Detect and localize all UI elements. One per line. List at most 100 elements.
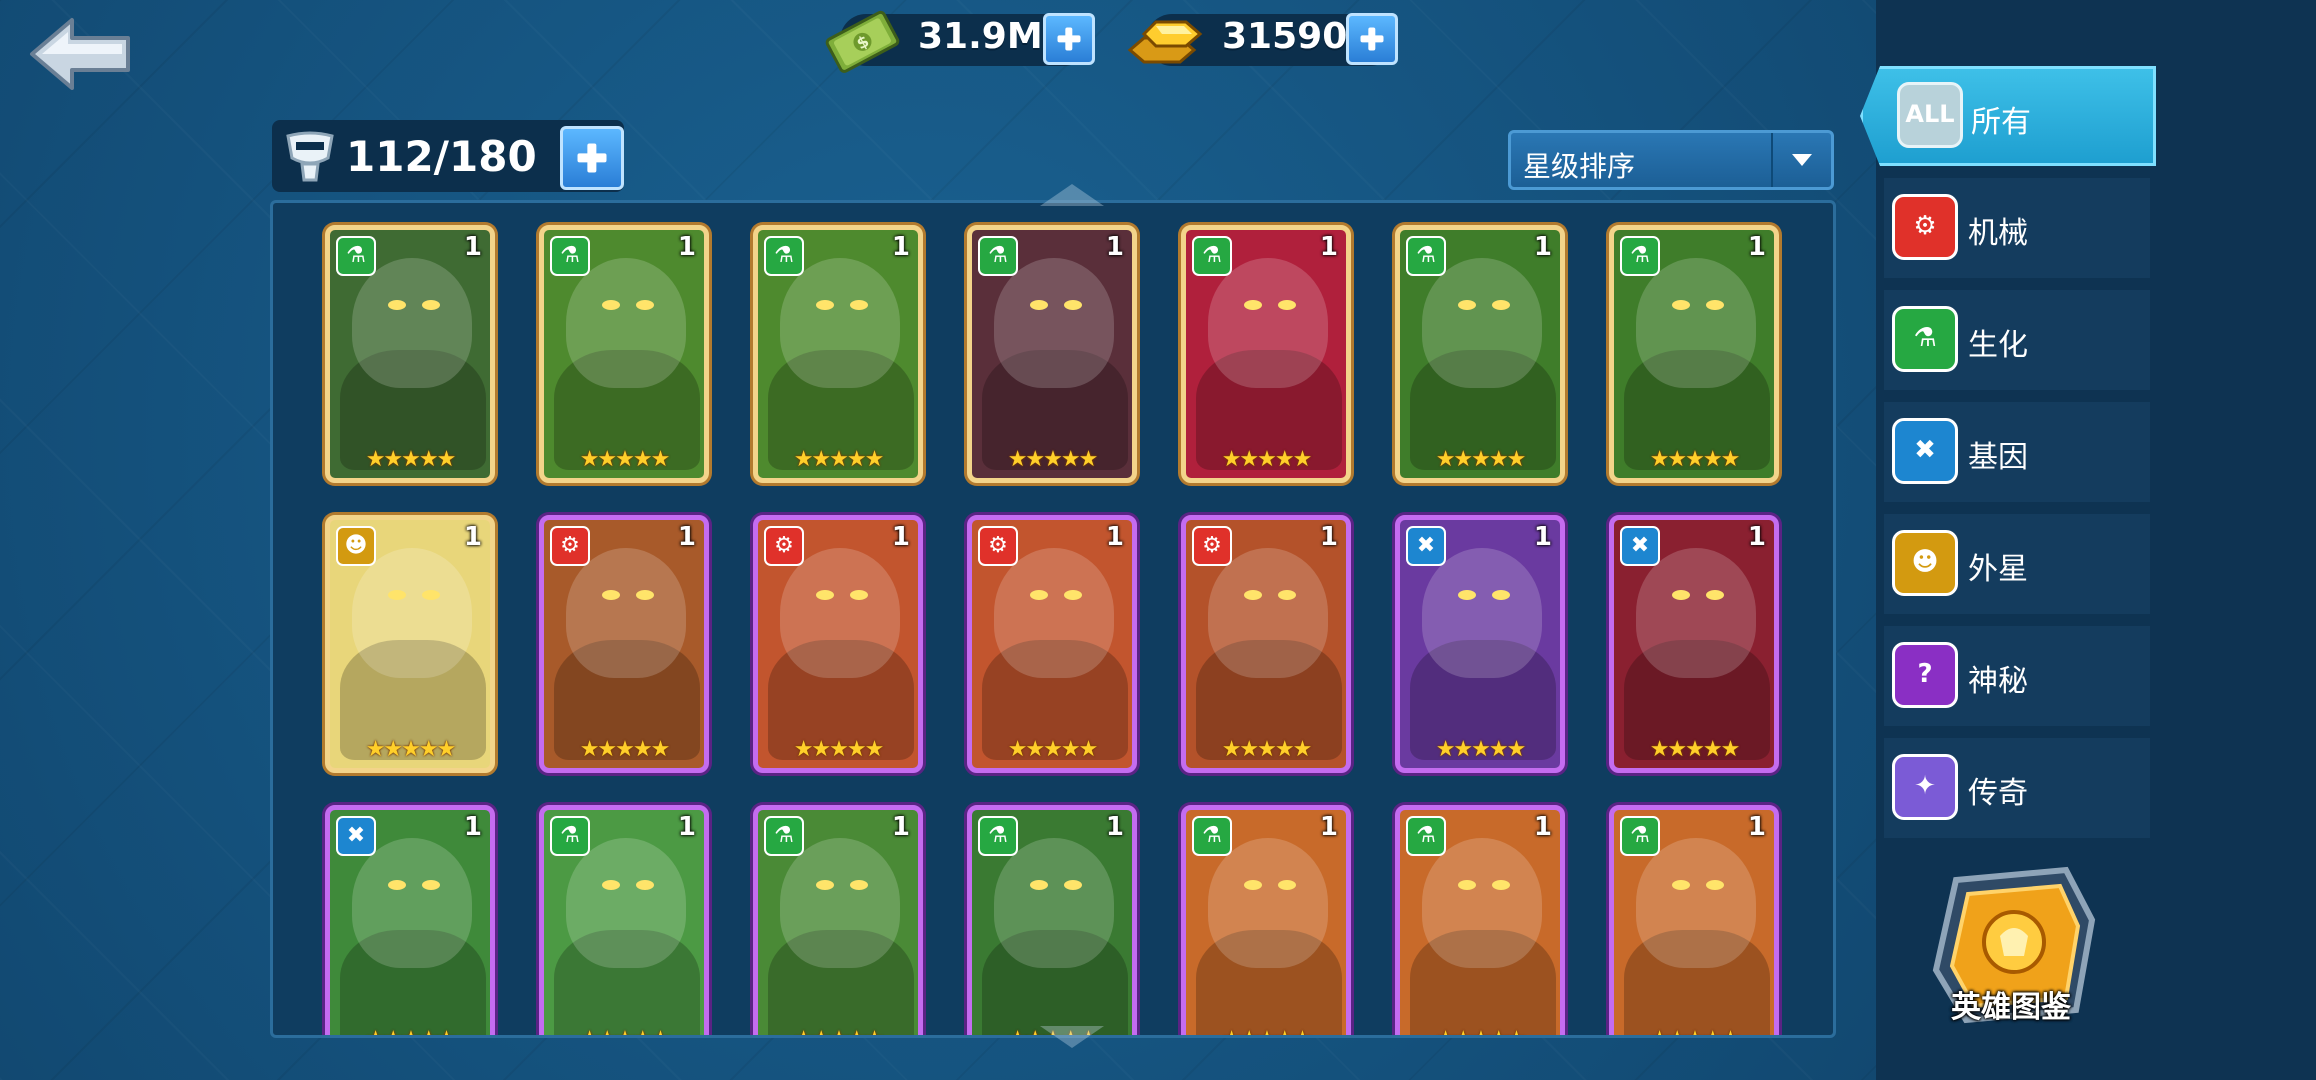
sort-dropdown[interactable]: 星级排序 — [1508, 130, 1834, 190]
hero-card[interactable]: ⚗1★★★★★ — [325, 225, 495, 483]
star-rating: ★★★★★ — [1186, 1027, 1346, 1035]
star-rating: ★★★★★ — [793, 737, 885, 762]
back-button[interactable] — [28, 14, 134, 94]
hero-level: 1 — [1319, 522, 1338, 552]
hero-level: 1 — [1319, 812, 1338, 842]
biochem-flask-icon: ⚗ — [978, 816, 1018, 856]
dna-icon: ✖ — [336, 816, 376, 856]
hero-level: 1 — [463, 522, 482, 552]
biochem-flask-icon: ⚗ — [1406, 236, 1446, 276]
chevron-down-icon — [1771, 133, 1831, 187]
filter-tab-legend[interactable]: ✦ 传奇 — [1884, 738, 2150, 838]
filter-tab-mech[interactable]: ⚙ 机械 — [1884, 178, 2150, 278]
hero-level: 1 — [1319, 232, 1338, 262]
filter-label: 所有 — [1971, 105, 2031, 140]
hero-level: 1 — [1747, 812, 1766, 842]
filter-tab-gene[interactable]: ✖ 基因 — [1884, 402, 2150, 502]
hero-card[interactable]: ⚙ 1 ★★★★★ — [539, 515, 709, 773]
hero-level: 1 — [1533, 812, 1552, 842]
hero-card[interactable]: ✖ 1 ★★★★★ — [1395, 515, 1565, 773]
filter-label: 生化 — [1968, 328, 2028, 363]
hero-codex-button[interactable]: 英雄图鉴 — [1916, 850, 2106, 1040]
hero-card[interactable]: ⚗1★★★★★ — [967, 225, 1137, 483]
star-rating: ★★★★★ — [1007, 447, 1099, 472]
filter-label: 外星 — [1968, 552, 2028, 587]
star-rating: ★★★★★ — [1400, 1027, 1560, 1035]
star-rating: ★★★★★ — [330, 1027, 490, 1035]
biochem-flask-icon: ⚗ — [1192, 236, 1232, 276]
filter-tab-alien[interactable]: ☻ 外星 — [1884, 514, 2150, 614]
hero-card-grid[interactable]: ⚗ 1 ★★★★★ ⚗ 1 ★★★★★ ⚗ 1 ★★★★★ ⚗ 1 ★★★★★ ⚗ 1 ★★★★★ ⚗ 1 ★★★… — [270, 200, 1836, 1038]
filter-label: 传奇 — [1968, 776, 2028, 811]
add-gold-button[interactable] — [1346, 13, 1398, 65]
filter-tab-all[interactable]: ALL 所有 — [1860, 66, 2156, 166]
hero-card[interactable]: ⚗ 1 ★★★★★ — [539, 805, 709, 1035]
hero-level: 1 — [891, 522, 910, 552]
biochem-flask-icon: ⚗ — [550, 816, 590, 856]
mechanical-icon: ⚙ — [1192, 526, 1232, 566]
hero-level: 1 — [463, 812, 482, 842]
hero-level: 1 — [677, 232, 696, 262]
hero-level: 1 — [1533, 522, 1552, 552]
star-rating: ★★★★★ — [1435, 737, 1527, 762]
hero-level: 1 — [1105, 522, 1124, 552]
hero-card[interactable]: ✖ 1 ★★★★★ — [325, 805, 495, 1035]
star-rating: ★★★★★ — [365, 447, 457, 472]
alien-icon: ☻ — [1892, 530, 1958, 596]
star-rating: ★★★★★ — [1221, 447, 1313, 472]
biochem-flask-icon: ⚗ — [1192, 816, 1232, 856]
hero-card[interactable]: ⚗ 1 ★★★★★ — [1181, 225, 1351, 483]
biochem-flask-icon: ⚗ — [1620, 236, 1660, 276]
mechanical-icon: ⚙ — [550, 526, 590, 566]
hero-card[interactable]: ⚗1★★★★★ — [753, 805, 923, 1035]
all-icon: ALL — [1897, 82, 1963, 148]
star-rating: ★★★★★ — [365, 737, 457, 762]
star-rating: ★★★★★ — [1435, 447, 1527, 472]
star-rating: ★★★★★ — [544, 1027, 704, 1035]
expand-capacity-button[interactable] — [560, 126, 624, 190]
hero-card[interactable]: ⚙ 1 ★★★★★ — [753, 515, 923, 773]
hero-level: 1 — [891, 232, 910, 262]
hero-level: 1 — [463, 232, 482, 262]
mechanical-icon: ⚙ — [764, 526, 804, 566]
hero-level: 1 — [1747, 232, 1766, 262]
hero-card[interactable]: ⚗1★★★★★ — [1395, 225, 1565, 483]
hero-card[interactable]: ⚗1★★★★★ — [1609, 805, 1779, 1035]
scroll-down-indicator — [1040, 1026, 1104, 1048]
back-arrow-icon — [30, 18, 130, 90]
star-rating: ★★★★★ — [579, 737, 671, 762]
cash-icon: $ — [822, 6, 902, 76]
filter-tab-mystic[interactable]: ? 神秘 — [1884, 626, 2150, 726]
hero-card[interactable]: ⚙ 1 ★★★★★ — [1181, 515, 1351, 773]
hero-card[interactable]: ⚗1★★★★★ — [539, 225, 709, 483]
dna-icon: ✖ — [1892, 418, 1958, 484]
hero-card[interactable]: ⚗1★★★★★ — [753, 225, 923, 483]
gold-amount: 31590 — [1222, 16, 1348, 57]
hero-card[interactable]: ✖ 1 ★★★★★ — [1609, 515, 1779, 773]
biochem-flask-icon: ⚗ — [764, 236, 804, 276]
helmet-icon — [286, 131, 334, 182]
hero-card[interactable]: ⚙ 1 ★★★★★ — [967, 515, 1137, 773]
star-rating: ★★★★★ — [1007, 737, 1099, 762]
capacity-count: 112/180 — [346, 132, 537, 181]
filter-label: 机械 — [1968, 216, 2028, 251]
biochem-flask-icon: ⚗ — [764, 816, 804, 856]
biochem-flask-icon: ⚗ — [978, 236, 1018, 276]
hero-card[interactable]: ☻ 1 ★★★★★ — [325, 515, 495, 773]
biochem-flask-icon: ⚗ — [1620, 816, 1660, 856]
mechanical-icon: ⚙ — [1892, 194, 1958, 260]
star-rating: ★★★★★ — [1649, 447, 1741, 472]
hero-card[interactable]: ⚗ 1 ★★★★★ — [1395, 805, 1565, 1035]
biochem-flask-icon: ⚗ — [1406, 816, 1446, 856]
hero-card[interactable]: ⚗ 1 ★★★★★ — [1609, 225, 1779, 483]
hero-card[interactable]: ⚗ 1 ★★★★★ — [1181, 805, 1351, 1035]
star-rating: ★★★★★ — [1221, 737, 1313, 762]
hero-level: 1 — [677, 812, 696, 842]
hero-level: 1 — [891, 812, 910, 842]
cash-amount: 31.9M — [918, 16, 1043, 57]
dna-icon: ✖ — [1620, 526, 1660, 566]
filter-label: 神秘 — [1968, 664, 2028, 699]
add-cash-button[interactable] — [1043, 13, 1095, 65]
filter-tab-bio[interactable]: ⚗ 生化 — [1884, 290, 2150, 390]
hero-card[interactable]: ⚗1★★★★★ — [967, 805, 1137, 1035]
